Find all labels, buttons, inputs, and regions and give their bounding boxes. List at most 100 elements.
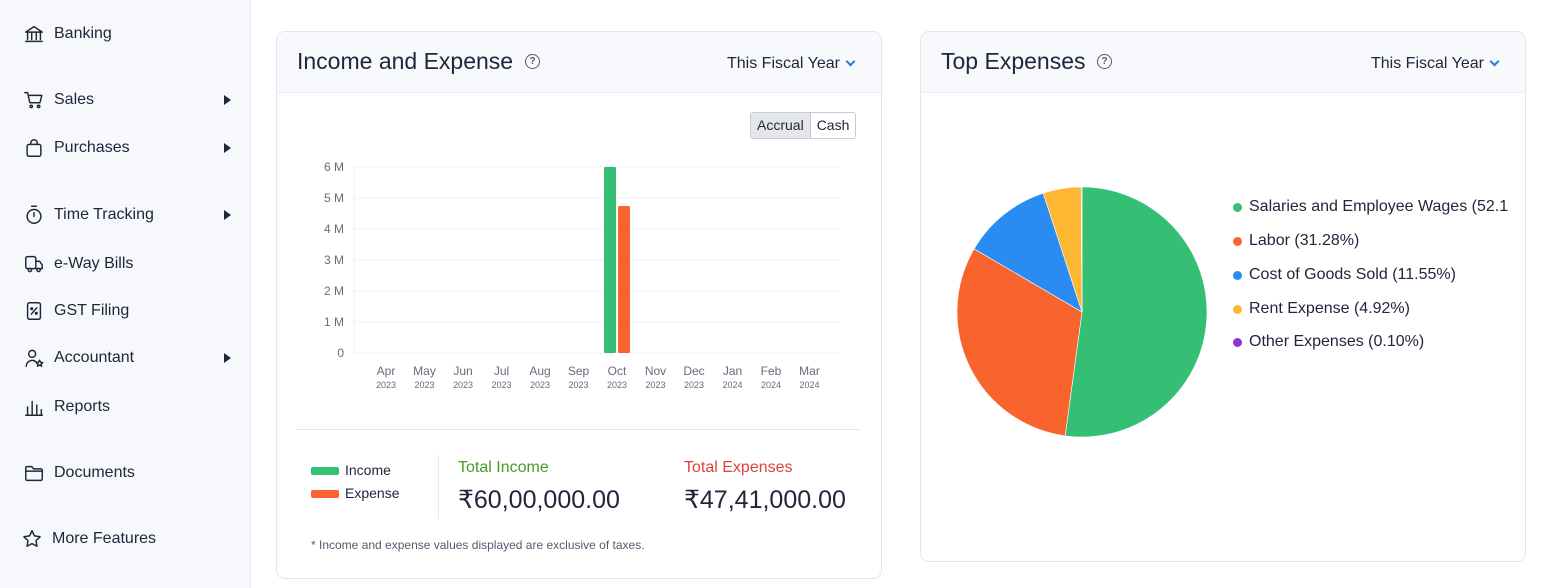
stopwatch-icon <box>22 203 46 227</box>
y-tick-label: 3 M <box>324 253 344 267</box>
bar-chart-icon <box>22 395 46 419</box>
sidebar-item-more-features[interactable]: More Features <box>20 524 235 554</box>
sidebar-item-documents[interactable]: Documents <box>22 458 237 488</box>
sidebar-item-label: Accountant <box>54 349 135 366</box>
expense-legend-label: Expense <box>345 485 400 501</box>
legend-dot <box>1233 236 1242 246</box>
sidebar-item-gst-filing[interactable]: GST Filing <box>22 296 237 326</box>
expand-arrow-icon[interactable] <box>224 95 231 105</box>
pie-legend-label: Rent Expense (4.92%) <box>1249 300 1410 317</box>
chevron-down-icon <box>845 56 856 67</box>
pie-legend-label: Other Expenses (0.10%) <box>1249 333 1425 350</box>
expand-arrow-icon[interactable] <box>224 353 231 363</box>
pie-legend-item: Labor (31.28%) <box>1233 232 1359 250</box>
x-tick-year-label: 2023 <box>453 380 473 390</box>
x-tick-label: Aug <box>529 364 550 378</box>
expand-arrow-icon[interactable] <box>224 143 231 153</box>
income-expense-bar-chart: 0 1 M 2 M 3 M 4 M 5 M 6 M Apr 2023 May 2023 Jun 2023… <box>324 160 840 390</box>
sidebar-item-label: e-Way Bills <box>54 255 134 272</box>
truck-icon <box>22 252 46 276</box>
x-tick-year-label: 2023 <box>414 380 434 390</box>
sidebar-item-banking[interactable]: Banking <box>22 19 237 49</box>
chevron-down-icon <box>1489 56 1500 67</box>
pie-legend-item: Salaries and Employee Wages (52.15%) <box>1233 198 1508 216</box>
legend-dot <box>1233 270 1242 280</box>
pie-legend-label: Salaries and Employee Wages (52.15%) <box>1249 198 1508 215</box>
sidebar-item-time-tracking[interactable]: Time Tracking <box>22 200 237 230</box>
help-icon[interactable]: ? <box>525 54 540 69</box>
x-tick-label: Mar <box>799 364 820 378</box>
income-expense-title: Income and Expense <box>297 48 514 74</box>
expense-legend-swatch <box>311 490 339 498</box>
sidebar: Banking Sales Purchases Time Tracking e-Way … <box>0 0 251 588</box>
sidebar-item-label: Documents <box>54 464 135 481</box>
shopping-bag-icon <box>22 136 46 160</box>
top-expenses-period-dropdown[interactable]: This Fiscal Year <box>1371 55 1500 73</box>
x-tick-year-label: 2024 <box>722 380 742 390</box>
pie-legend-label: Cost of Goods Sold (11.55%) <box>1249 266 1456 283</box>
expense-bar <box>618 206 630 353</box>
x-tick-year-label: 2023 <box>530 380 550 390</box>
sidebar-item-reports[interactable]: Reports <box>22 392 237 422</box>
x-tick-year-label: 2023 <box>607 380 627 390</box>
income-legend-label: Income <box>345 462 391 478</box>
y-tick-label: 6 M <box>324 160 344 174</box>
x-tick-label: Dec <box>683 364 704 378</box>
help-icon[interactable]: ? <box>1097 54 1112 69</box>
x-tick-year-label: 2024 <box>761 380 781 390</box>
accountant-icon <box>22 346 46 370</box>
tax-note: * Income and expense values displayed ar… <box>311 538 645 552</box>
top-expenses-legend: Salaries and Employee Wages (52.15%) Labo… <box>1233 198 1508 368</box>
total-income-label: Total Income <box>458 459 549 476</box>
income-legend-swatch <box>311 467 339 475</box>
legend-dot <box>1233 202 1242 212</box>
sidebar-item-e-way-bills[interactable]: e-Way Bills <box>22 249 237 279</box>
income-bar <box>604 167 616 353</box>
x-tick-label: Nov <box>645 364 666 378</box>
y-tick-label: 0 <box>337 346 344 360</box>
sidebar-item-label: Reports <box>54 398 111 415</box>
total-income-value: ₹60,00,000.00 <box>458 486 620 514</box>
y-tick-label: 5 M <box>324 191 344 205</box>
period-label: This Fiscal Year <box>727 55 840 72</box>
y-tick-label: 2 M <box>324 284 344 298</box>
pie-legend-item: Other Expenses (0.10%) <box>1233 333 1424 351</box>
sidebar-item-sales[interactable]: Sales <box>22 85 237 115</box>
legend-dot <box>1233 337 1242 347</box>
x-tick-label: Jun <box>453 364 472 378</box>
x-tick-year-label: 2023 <box>568 380 588 390</box>
sidebar-item-label: Purchases <box>54 139 130 156</box>
pie-slice-salaries-and-employee-wages[interactable] <box>1064 186 1208 438</box>
cash-button[interactable]: Cash <box>811 113 856 138</box>
accrual-button[interactable]: Accrual <box>751 113 811 138</box>
sidebar-item-accountant[interactable]: Accountant <box>22 343 237 373</box>
x-tick-label: Oct <box>608 364 627 378</box>
period-label: This Fiscal Year <box>1371 55 1484 72</box>
chart-divider <box>296 429 861 430</box>
x-tick-year-label: 2023 <box>684 380 704 390</box>
sidebar-item-label: Banking <box>54 25 112 42</box>
x-tick-year-label: 2023 <box>645 380 665 390</box>
folder-icon <box>22 461 46 485</box>
pie-legend-item: Cost of Goods Sold (11.55%) <box>1233 266 1456 284</box>
cart-icon <box>22 88 46 112</box>
legend-divider <box>438 455 439 519</box>
pie-legend-item: Rent Expense (4.92%) <box>1233 300 1410 318</box>
bank-icon <box>22 22 46 46</box>
x-tick-label: Jan <box>723 364 742 378</box>
pie-legend-label: Labor (31.28%) <box>1249 232 1360 249</box>
top-expenses-title: Top Expenses <box>941 48 1086 74</box>
x-tick-label: Feb <box>761 364 782 378</box>
sidebar-item-purchases[interactable]: Purchases <box>22 133 237 163</box>
y-tick-label: 1 M <box>324 315 344 329</box>
x-tick-label: Sep <box>568 364 590 378</box>
income-expense-period-dropdown[interactable]: This Fiscal Year <box>727 55 856 73</box>
total-expenses-label: Total Expenses <box>684 459 793 476</box>
sidebar-item-label: Sales <box>54 91 95 108</box>
expand-arrow-icon[interactable] <box>224 210 231 220</box>
star-icon <box>20 527 44 551</box>
x-tick-label: Apr <box>377 364 396 378</box>
sidebar-item-label: GST Filing <box>54 302 130 319</box>
x-tick-label: May <box>413 364 436 378</box>
total-expenses-value: ₹47,41,000.00 <box>684 486 846 514</box>
